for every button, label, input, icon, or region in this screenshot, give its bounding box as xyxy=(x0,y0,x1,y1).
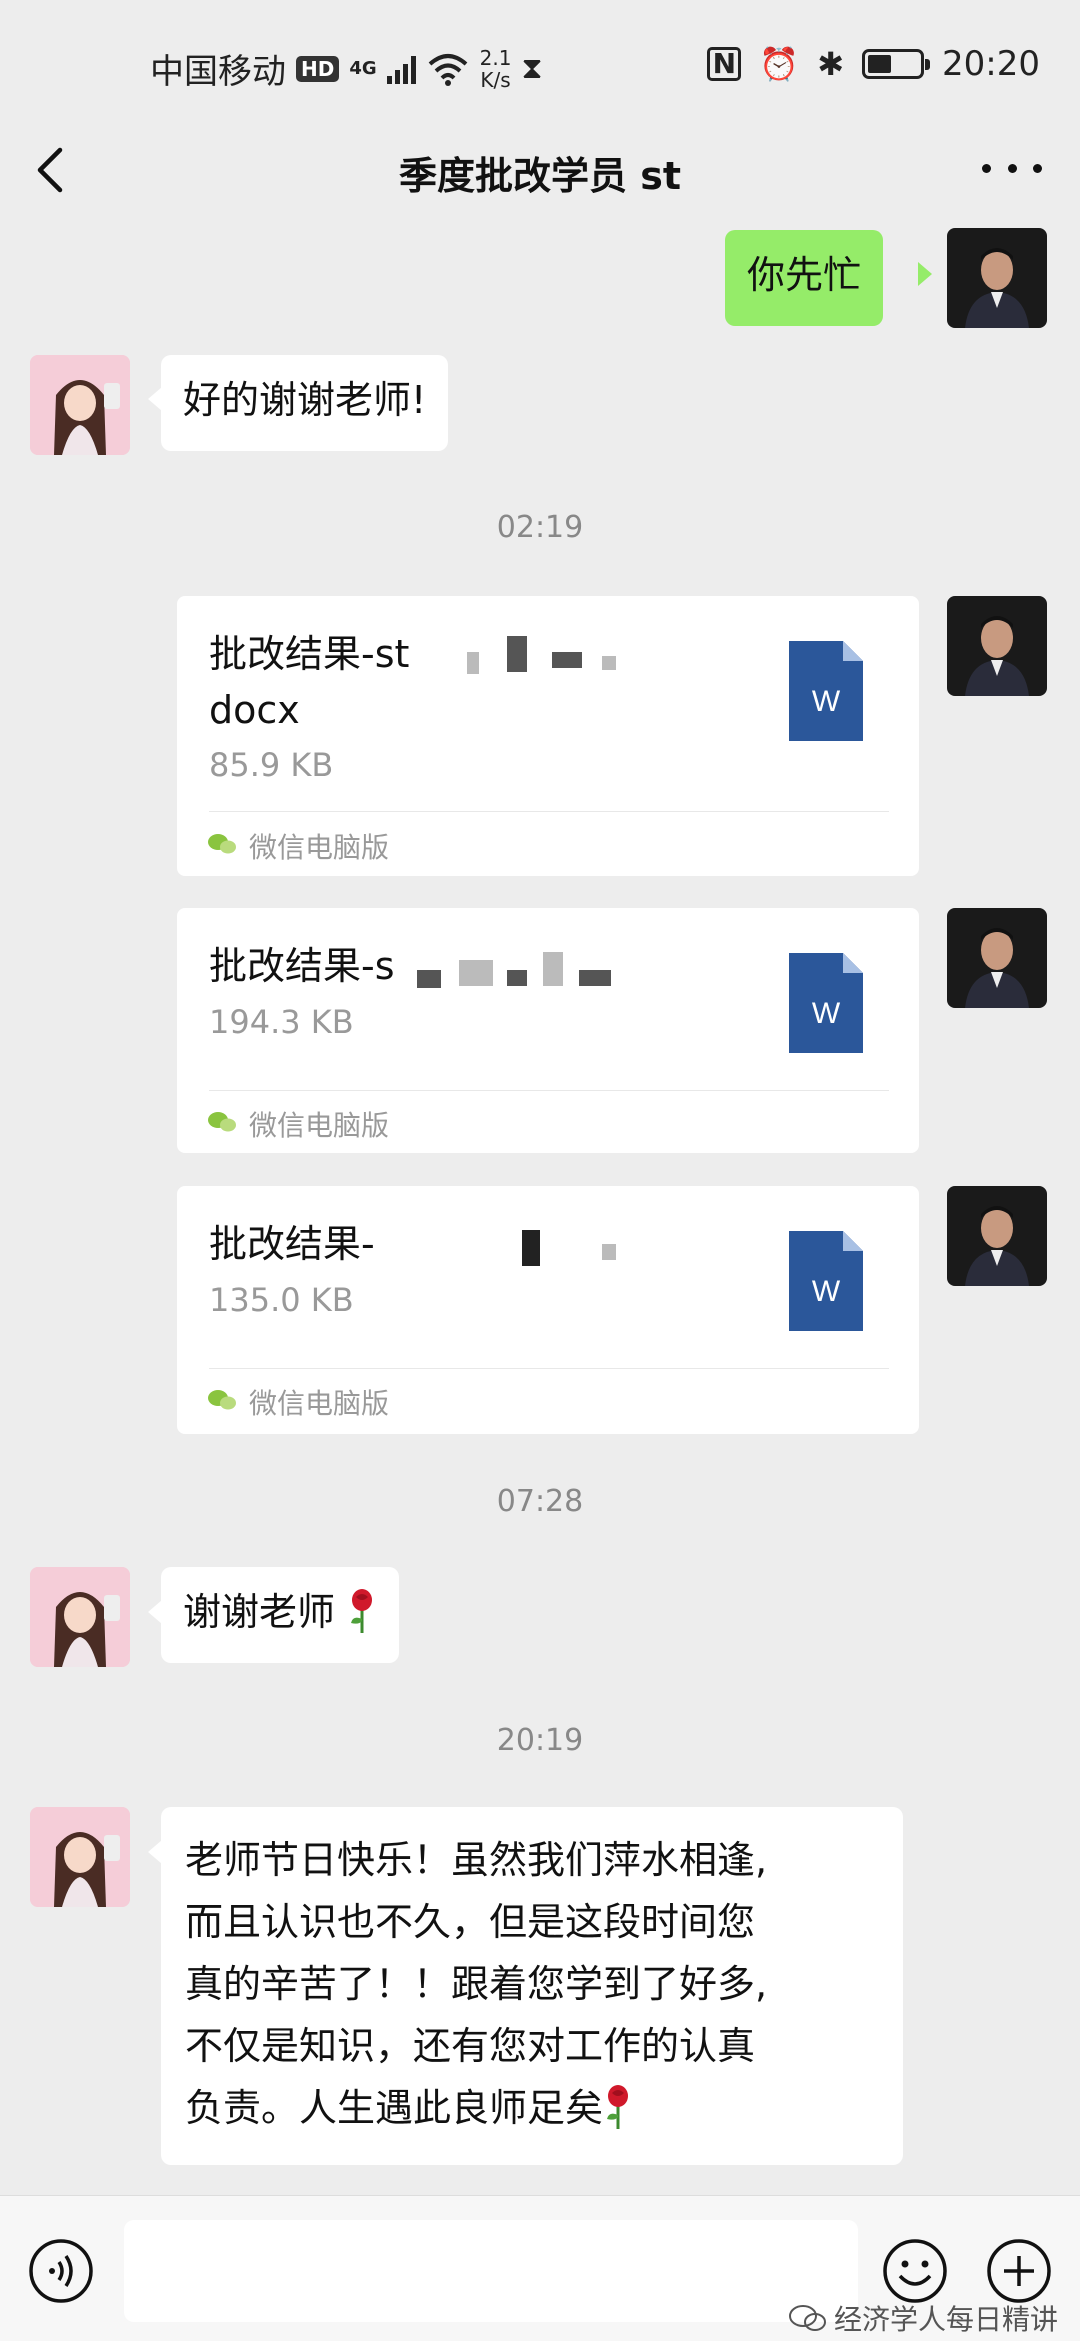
message-text-line: 老师节日快乐！虽然我们萍水相逢, xyxy=(185,1838,768,1882)
file-size: 85.9 KB xyxy=(209,746,334,784)
bluetooth-icon: ✱ xyxy=(817,45,845,83)
word-icon-letter: W xyxy=(812,997,841,1030)
message-text: 你先忙 xyxy=(747,253,862,297)
hd-badge: HD xyxy=(296,55,340,82)
redaction-mosaic xyxy=(507,970,527,986)
message-text-line: 不仅是知识，还有您对工作的认真 xyxy=(185,2024,756,2068)
file-message-card[interactable]: 批改结果- 135.0 KB W 微信电脑版 xyxy=(177,1186,919,1434)
avatar-teacher[interactable] xyxy=(947,596,1047,696)
emoji-icon[interactable] xyxy=(882,2238,948,2304)
plus-icon[interactable] xyxy=(986,2238,1052,2304)
message-bubble-incoming[interactable]: 老师节日快乐！虽然我们萍水相逢, 而且认识也不久，但是这段时间您 真的辛苦了！！… xyxy=(161,1807,903,2165)
file-message-card[interactable]: 批改结果-s 194.3 KB W 微信电脑版 xyxy=(177,908,919,1153)
message-bubble-incoming[interactable]: 谢谢老师 xyxy=(161,1567,400,1663)
file-name-line: 批改结果- xyxy=(209,1222,375,1266)
word-icon-letter: W xyxy=(812,685,841,718)
avatar-teacher[interactable] xyxy=(947,228,1047,328)
redaction-mosaic xyxy=(467,652,479,674)
network-speed: 2.1 K/s xyxy=(480,47,512,91)
file-source-label: 微信电脑版 xyxy=(249,1387,390,1420)
redaction-mosaic xyxy=(602,1244,616,1260)
redaction-mosaic xyxy=(543,952,563,986)
bubble-tail xyxy=(148,1600,162,1624)
avatar-student[interactable] xyxy=(30,355,130,455)
message-text-line: 负责。人生遇此良师足矣 xyxy=(185,2086,604,2130)
word-document-icon: W xyxy=(789,1231,863,1331)
wechat-icon xyxy=(208,834,236,854)
message-text: 谢谢老师 xyxy=(183,1590,336,1634)
message-timestamp: 02:19 xyxy=(496,510,584,545)
file-size: 135.0 KB xyxy=(209,1281,354,1319)
message-text-line: 真的辛苦了！！跟着您学到了好多, xyxy=(185,1962,768,2006)
nfc-icon: N xyxy=(707,47,742,81)
message-input[interactable] xyxy=(124,2220,858,2322)
file-message-card[interactable]: 批改结果-st docx 85.9 KB W 微信电脑版 xyxy=(177,596,919,876)
battery-fill xyxy=(868,55,892,73)
file-name: 批改结果-st docx xyxy=(209,626,729,738)
wifi-icon xyxy=(428,53,467,86)
message-text: 好的谢谢老师! xyxy=(183,378,427,422)
battery-icon xyxy=(862,49,931,79)
file-name-line: 批改结果-s xyxy=(209,944,395,988)
word-document-icon: W xyxy=(789,953,863,1053)
redaction-mosaic xyxy=(417,970,441,988)
watermark-text: 经济学人每日精讲 xyxy=(833,2303,1058,2336)
message-text-line: 而且认识也不久，但是这段时间您 xyxy=(185,1900,756,1944)
signal-icon xyxy=(386,54,416,84)
hourglass-icon: ⧗ xyxy=(521,51,543,86)
file-source-label: 微信电脑版 xyxy=(249,831,390,864)
voice-input-icon[interactable] xyxy=(28,2238,94,2304)
bubble-tail xyxy=(148,1840,162,1864)
word-icon-letter: W xyxy=(812,1275,841,1308)
speed-value: 2.1 xyxy=(479,45,512,70)
file-name-extension: docx xyxy=(209,688,300,732)
alarm-icon: ⏰ xyxy=(759,45,800,83)
watermark: 经济学人每日精讲 xyxy=(788,2298,1058,2338)
redaction-mosaic xyxy=(552,652,582,668)
wechat-icon xyxy=(208,1390,236,1410)
message-bubble-outgoing[interactable]: 你先忙 xyxy=(725,230,884,326)
speed-unit: K/s xyxy=(480,67,511,92)
more-icon[interactable] xyxy=(982,148,1042,188)
avatar-teacher[interactable] xyxy=(947,908,1047,1008)
avatar-teacher[interactable] xyxy=(947,1186,1047,1286)
message-timestamp: 07:28 xyxy=(496,1484,584,1519)
bubble-tail xyxy=(918,262,932,286)
network-type: 4G xyxy=(349,57,377,79)
redaction-mosaic xyxy=(579,970,611,986)
redaction-mosaic xyxy=(459,960,493,986)
message-bubble-incoming[interactable]: 好的谢谢老师! xyxy=(161,355,449,451)
file-divider xyxy=(209,1090,889,1091)
bubble-tail xyxy=(148,387,162,411)
avatar-student[interactable] xyxy=(30,1567,130,1667)
file-divider xyxy=(209,811,889,812)
file-divider xyxy=(209,1368,889,1369)
chat-title: 季度批改学员 st xyxy=(398,154,681,198)
file-size: 194.3 KB xyxy=(209,1003,354,1041)
word-document-icon: W xyxy=(789,641,863,741)
redaction-mosaic xyxy=(602,656,616,670)
file-name: 批改结果- xyxy=(209,1216,729,1272)
rose-emoji-icon xyxy=(351,1589,373,1633)
file-name-line: 批改结果-st xyxy=(209,632,410,676)
clock: 20:20 xyxy=(942,44,1040,84)
status-right: N ⏰ ✱ 20:20 xyxy=(707,44,1040,84)
redaction-mosaic xyxy=(522,1230,540,1266)
message-timestamp: 20:19 xyxy=(496,1723,584,1758)
redaction-mosaic xyxy=(507,636,527,672)
status-left: 中国移动 HD 4G 2.1 K/s ⧗ xyxy=(150,44,543,93)
carrier-name: 中国移动 xyxy=(150,52,286,92)
rose-emoji-icon xyxy=(607,2085,629,2129)
wechat-icon xyxy=(208,1112,236,1132)
wechat-watermark-icon xyxy=(788,2305,826,2331)
file-source-label: 微信电脑版 xyxy=(249,1109,390,1142)
avatar-student[interactable] xyxy=(30,1807,130,1907)
